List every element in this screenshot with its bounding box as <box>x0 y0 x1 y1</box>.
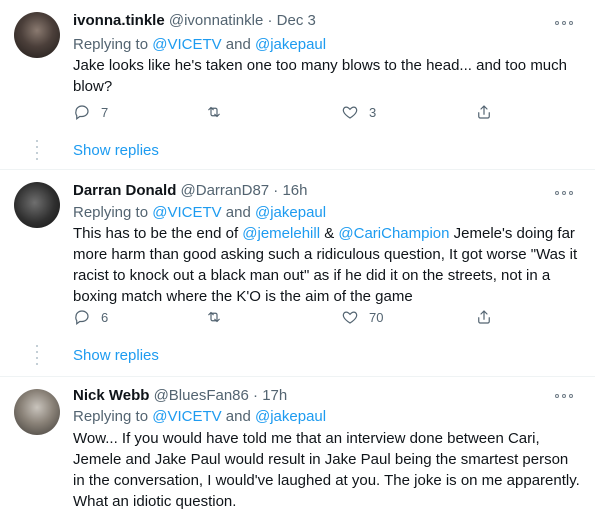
mention-link[interactable]: @jemelehill <box>242 225 320 242</box>
tweet-text: Jake looks like he's taken one too many … <box>73 57 567 95</box>
reply-button[interactable]: 7 <box>73 103 108 121</box>
tweet[interactable]: Darran Donald @DarranD87 · 16h Replying … <box>0 170 595 377</box>
reply-count: 6 <box>101 309 109 325</box>
reply-icon <box>75 310 89 325</box>
heart-icon <box>342 106 358 119</box>
like-count: 3 <box>369 104 377 120</box>
retweet-button[interactable] <box>205 103 233 121</box>
handle[interactable]: @BluesFan86 <box>154 387 249 404</box>
avatar[interactable] <box>14 12 60 58</box>
tweet-header: Darran Donald @DarranD87 · 16h <box>73 182 308 199</box>
show-replies-link[interactable]: Show replies <box>73 347 159 364</box>
more-options-icon[interactable] <box>555 18 573 28</box>
mention-link[interactable]: @jakepaul <box>255 204 326 221</box>
replying-and: and <box>225 204 251 221</box>
handle[interactable]: @DarranD87 <box>181 182 270 199</box>
reply-count: 7 <box>101 104 109 120</box>
handle[interactable]: @ivonnatinkle <box>169 12 263 29</box>
mention-link[interactable]: @jakepaul <box>255 408 326 425</box>
reply-icon <box>75 105 89 120</box>
tweet-actions: 6 70 <box>73 308 503 328</box>
avatar[interactable] <box>14 389 60 435</box>
replying-prefix: Replying to <box>73 36 149 53</box>
show-replies-link[interactable]: Show replies <box>73 142 159 159</box>
tweet-text: This has to be the end of @jemelehill & … <box>73 223 583 307</box>
retweet-button[interactable] <box>205 308 233 326</box>
heart-icon <box>342 311 358 324</box>
like-button[interactable]: 70 <box>341 308 383 326</box>
like-count: 70 <box>369 309 384 325</box>
tweet[interactable]: ivonna.tinkle @ivonnatinkle · Dec 3 Repl… <box>0 0 595 170</box>
mention-link[interactable]: @jakepaul <box>255 36 326 53</box>
separator: · <box>273 182 279 199</box>
avatar[interactable] <box>14 182 60 228</box>
reply-button[interactable]: 6 <box>73 308 108 326</box>
retweet-icon <box>208 106 220 118</box>
separator: · <box>253 387 259 404</box>
more-options-icon[interactable] <box>555 188 573 198</box>
text-segment: This has to be the end of <box>73 225 243 242</box>
share-icon <box>478 105 490 119</box>
replying-to: Replying to @VICETV and @jakepaul <box>73 36 326 53</box>
replying-to: Replying to @VICETV and @jakepaul <box>73 204 326 221</box>
text-segment: & <box>320 225 339 242</box>
tweet-header: Nick Webb @BluesFan86 · 17h <box>73 387 287 404</box>
thread-connector <box>36 140 38 164</box>
mention-link[interactable]: @VICETV <box>152 36 221 53</box>
share-button[interactable] <box>475 103 493 121</box>
mention-link[interactable]: @VICETV <box>152 204 221 221</box>
timestamp[interactable]: Dec 3 <box>277 12 316 29</box>
tweet[interactable]: Nick Webb @BluesFan86 · 17h Replying to … <box>0 377 595 510</box>
more-options-icon[interactable] <box>555 391 573 401</box>
retweet-icon <box>208 311 220 323</box>
replying-prefix: Replying to <box>73 204 149 221</box>
display-name[interactable]: Darran Donald <box>73 182 176 199</box>
mention-link[interactable]: @CariChampion <box>338 225 449 242</box>
mention-link[interactable]: @VICETV <box>152 408 221 425</box>
reply-feed: ivonna.tinkle @ivonnatinkle · Dec 3 Repl… <box>0 0 595 510</box>
thread-connector <box>36 345 38 369</box>
replying-and: and <box>225 36 251 53</box>
replying-prefix: Replying to <box>73 408 149 425</box>
timestamp[interactable]: 16h <box>282 182 307 199</box>
display-name[interactable]: ivonna.tinkle <box>73 12 165 29</box>
timestamp[interactable]: 17h <box>262 387 287 404</box>
replying-and: and <box>225 408 251 425</box>
tweet-text: Wow... If you would have told me that an… <box>73 430 580 510</box>
display-name[interactable]: Nick Webb <box>73 387 149 404</box>
like-button[interactable]: 3 <box>341 103 376 121</box>
share-icon <box>478 310 490 324</box>
separator: · <box>267 12 273 29</box>
tweet-actions: 7 3 <box>73 103 503 123</box>
replying-to: Replying to @VICETV and @jakepaul <box>73 408 326 425</box>
share-button[interactable] <box>475 308 493 326</box>
tweet-header: ivonna.tinkle @ivonnatinkle · Dec 3 <box>73 12 316 29</box>
